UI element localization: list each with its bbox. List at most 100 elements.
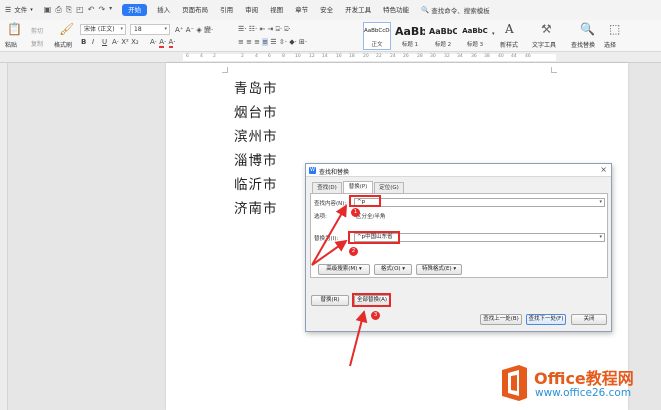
options-label: 选项: bbox=[314, 214, 327, 220]
paste-icon[interactable]: 📋 bbox=[7, 23, 22, 35]
chevron-down-icon: ▾ bbox=[402, 266, 406, 272]
document-line[interactable]: 烟台市 bbox=[234, 101, 278, 121]
tab-developer[interactable]: 开发工具 bbox=[339, 0, 377, 20]
font-grow-icon[interactable]: A⁺ A⁻ ◈ 變· bbox=[175, 25, 213, 35]
new-style-icon[interactable]: A bbox=[505, 23, 514, 35]
tab-page-layout[interactable]: 页面布局 bbox=[176, 0, 214, 20]
undo-icon[interactable]: ↶ bbox=[88, 5, 95, 15]
font-size-select[interactable]: 18 ▾ bbox=[130, 24, 170, 35]
advanced-search-label: 高级搜索(M) bbox=[326, 266, 358, 272]
chevron-down-icon[interactable]: ▾ bbox=[599, 234, 602, 241]
style-heading-3-name: 标题 3 bbox=[466, 42, 484, 48]
advanced-search-button[interactable]: 高级搜索(M) ▾ bbox=[318, 264, 370, 275]
command-search-placeholder: 查找命令、搜索模板 bbox=[431, 7, 490, 15]
close-button[interactable]: 关闭 bbox=[571, 314, 607, 325]
find-replace-button[interactable]: 查找替换 bbox=[571, 40, 595, 49]
replace-button[interactable]: 替换(R) bbox=[311, 295, 349, 306]
save-icon[interactable]: ▣ bbox=[44, 5, 52, 15]
paste-label[interactable]: 粘贴 bbox=[5, 40, 17, 49]
find-replace-icon[interactable]: 🔍 bbox=[580, 23, 595, 35]
select-button[interactable]: 选择 bbox=[604, 40, 616, 49]
ruler-tick: 32 bbox=[444, 54, 450, 59]
style-heading-2-name: 标题 2 bbox=[434, 42, 452, 48]
watermark-url: www.office26.com bbox=[535, 387, 632, 399]
chevron-down-icon: ▾ bbox=[30, 7, 33, 13]
ruler-tick: 6 bbox=[186, 54, 189, 59]
tab-find[interactable]: 查找(D) bbox=[312, 182, 342, 193]
ruler-tick: 6 bbox=[268, 54, 271, 59]
search-icon: 🔍 bbox=[421, 6, 430, 14]
ruler-tick: 34 bbox=[457, 54, 463, 59]
document-line[interactable]: 济南市 bbox=[234, 197, 278, 217]
ruler-tick: 40 bbox=[498, 54, 504, 59]
font-name-select[interactable]: 宋体 (正文) ▾ bbox=[80, 24, 126, 35]
style-normal[interactable]: AaBbCcDd 正文 bbox=[363, 22, 391, 50]
tab-sections[interactable]: 章节 bbox=[289, 0, 314, 20]
chevron-down-icon[interactable]: ▾ bbox=[599, 199, 602, 206]
tab-goto[interactable]: 定位(G) bbox=[374, 182, 404, 193]
ruler-tick: 2 bbox=[241, 54, 244, 59]
tab-review[interactable]: 审阅 bbox=[239, 0, 264, 20]
chevron-down-icon: ▾ bbox=[164, 26, 167, 32]
new-style-button[interactable]: 新样式 bbox=[500, 40, 518, 49]
file-menu[interactable]: ☰ 文件 ▾ bbox=[0, 0, 38, 20]
style-heading-3[interactable]: AaBbC 标题 3 bbox=[460, 22, 490, 50]
command-search[interactable]: 🔍 查找命令、搜索模板 bbox=[415, 5, 496, 15]
print-preview-icon[interactable]: ◰ bbox=[76, 5, 84, 15]
menu-bar: ☰ 文件 ▾ ▣ ⎙ ⎘ ◰ ↶ ↷ ▾ 开始 插入 页面布局 引用 审阅 视图… bbox=[0, 0, 661, 20]
document-line[interactable]: 临沂市 bbox=[234, 173, 278, 193]
special-format-button[interactable]: 特殊格式(E) ▾ bbox=[416, 264, 462, 275]
document-line[interactable]: 滨州市 bbox=[234, 125, 278, 145]
find-what-label: 查找内容(N): bbox=[314, 201, 347, 207]
format-button[interactable]: 格式(O) ▾ bbox=[374, 264, 412, 275]
step-badge-1: 1 bbox=[351, 208, 360, 217]
text-tools-button[interactable]: 文字工具 bbox=[532, 40, 556, 49]
text-tools-icon[interactable]: ⚒ bbox=[541, 23, 552, 35]
bullet-list-icon[interactable]: ☰· ☷· ⇤ ⇥ ⍈· ⍃· bbox=[238, 25, 291, 34]
copy-button[interactable]: 复制 bbox=[31, 39, 43, 48]
ruler-tick: 4 bbox=[255, 54, 258, 59]
italic-icon[interactable]: I bbox=[92, 38, 94, 46]
tab-insert[interactable]: 插入 bbox=[151, 0, 176, 20]
highlight-icon[interactable]: A· A· A· bbox=[150, 38, 176, 48]
align-left-icon[interactable]: ≡ ≡ ≡ ≡ ☰ ⇳· ◆· ⊞· bbox=[238, 38, 307, 46]
redo-icon[interactable]: ↷ bbox=[98, 5, 105, 15]
document-line[interactable]: 淄博市 bbox=[234, 149, 278, 169]
ruler-tick: 36 bbox=[471, 54, 477, 59]
find-previous-button[interactable]: 查找上一处(B) bbox=[480, 314, 522, 325]
ruler-tick: 26 bbox=[403, 54, 409, 59]
document-line[interactable]: 青岛市 bbox=[234, 77, 278, 97]
style-heading-2[interactable]: AaBbC 标题 2 bbox=[428, 22, 458, 50]
style-heading-3-preview: AaBbC bbox=[462, 27, 488, 35]
ruler-tick: 4 bbox=[200, 54, 203, 59]
tab-references[interactable]: 引用 bbox=[214, 0, 239, 20]
ruler-tick: 2 bbox=[213, 54, 216, 59]
font-size-value: 18 bbox=[134, 26, 142, 33]
text-effects-icon[interactable]: A· X² X₂ bbox=[112, 38, 139, 46]
close-icon[interactable]: × bbox=[600, 165, 607, 174]
format-painter-icon[interactable]: 🖌 bbox=[59, 23, 74, 35]
ruler-tick: 24 bbox=[390, 54, 396, 59]
bold-icon[interactable]: B bbox=[81, 38, 86, 46]
select-icon[interactable]: ⬚ bbox=[609, 23, 620, 35]
underline-icon[interactable]: U bbox=[102, 38, 107, 46]
tab-security[interactable]: 安全 bbox=[314, 0, 339, 20]
find-next-button[interactable]: 查找下一处(F) bbox=[526, 314, 566, 325]
special-format-label: 特殊格式(E) bbox=[421, 266, 452, 272]
format-painter-label[interactable]: 格式刷 bbox=[54, 40, 72, 49]
style-heading-1[interactable]: AaBb 标题 1 bbox=[394, 22, 426, 50]
tab-home[interactable]: 开始 bbox=[122, 4, 148, 16]
tab-view[interactable]: 视图 bbox=[264, 0, 289, 20]
horizontal-ruler: 6 4 2 2 4 6 8 10 12 14 16 18 20 22 24 26… bbox=[0, 52, 661, 63]
tab-special-features[interactable]: 特色功能 bbox=[377, 0, 415, 20]
customize-icon[interactable]: ▾ bbox=[109, 5, 112, 15]
print-icon[interactable]: ⎘ bbox=[66, 5, 72, 15]
styles-scroll-icon[interactable]: ▾ bbox=[492, 31, 495, 37]
style-heading-1-name: 标题 1 bbox=[401, 42, 419, 48]
export-pdf-icon[interactable]: ⎙ bbox=[55, 5, 61, 15]
ruler-tick: 46 bbox=[525, 54, 531, 59]
ruler-tick: 22 bbox=[376, 54, 382, 59]
find-what-field[interactable]: ^p ▾ bbox=[354, 198, 605, 207]
cut-button[interactable]: 剪切 bbox=[31, 26, 43, 35]
dialog-title-bar[interactable]: W 查找和替换 × bbox=[306, 164, 611, 177]
